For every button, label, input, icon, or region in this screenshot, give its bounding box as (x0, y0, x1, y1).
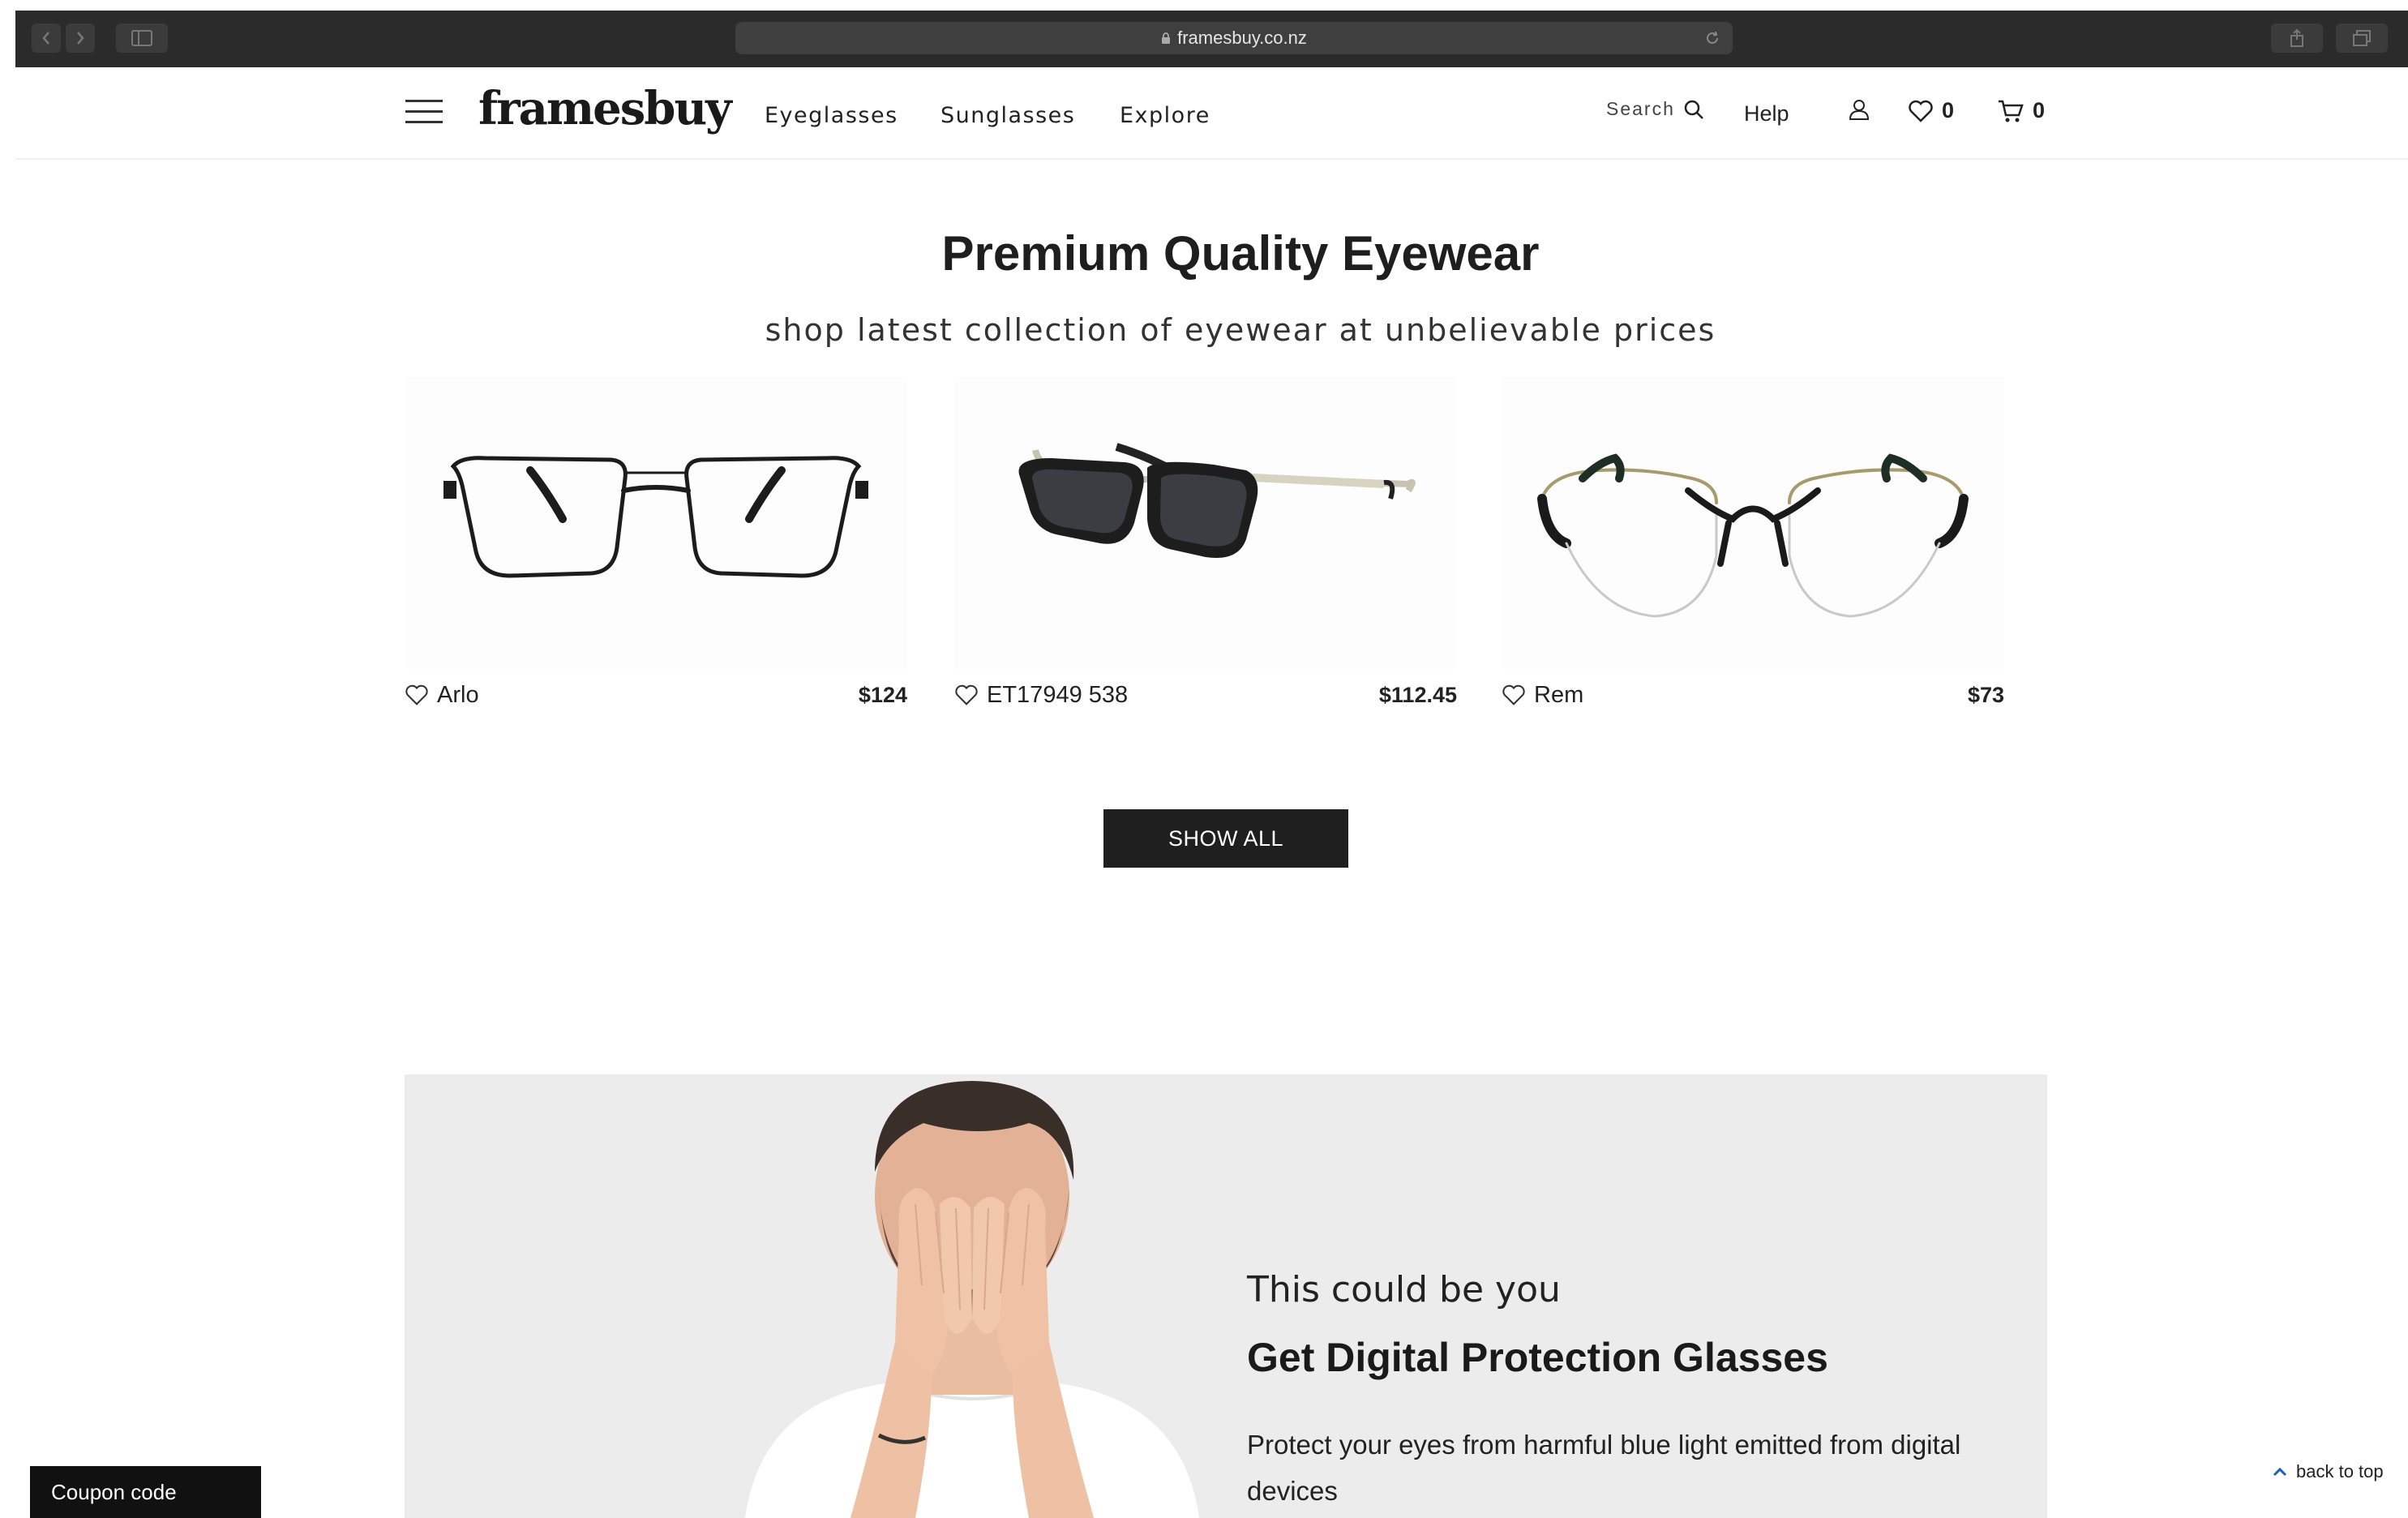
product-price: $124 (858, 682, 907, 707)
product-price: $73 (1967, 682, 2004, 707)
browser-toolbar: framesbuy.co.nz (15, 11, 2408, 67)
site-logo[interactable]: framesbuy (478, 82, 732, 135)
product-image-et17949[interactable] (954, 377, 1457, 669)
user-icon (1849, 100, 1870, 120)
site-header: framesbuy Eyeglasses Sunglasses Explore … (15, 67, 2408, 160)
screen-edge-top (0, 0, 2408, 11)
product-card[interactable]: ET17949 538 $112.45 (954, 377, 1457, 718)
section-title: Premium Quality Eyewear (941, 226, 1540, 281)
sidebar-icon (131, 30, 152, 46)
wishlist-button[interactable]: 0 (1908, 98, 1954, 123)
nav-sunglasses[interactable]: Sunglasses (940, 103, 1075, 128)
search-label: Search (1606, 98, 1675, 119)
back-to-top-label: back to top (2296, 1461, 2384, 1482)
product-card[interactable]: Arlo $124 (405, 377, 907, 718)
lock-icon (1162, 32, 1171, 44)
address-bar[interactable]: framesbuy.co.nz (735, 22, 1733, 54)
url-text: framesbuy.co.nz (1177, 28, 1307, 48)
product-card[interactable]: Rem $73 (1502, 377, 2004, 718)
product-image-arlo[interactable] (405, 377, 907, 669)
forward-button[interactable] (66, 24, 95, 53)
product-name[interactable]: Arlo (437, 682, 479, 709)
sidebar-toggle-button[interactable] (116, 24, 168, 53)
section-subtitle: shop latest collection of eyewear at unb… (765, 312, 1716, 348)
chevron-right-icon (77, 32, 84, 45)
tabs-button[interactable] (2336, 24, 2388, 53)
nav-eyeglasses[interactable]: Eyeglasses (765, 103, 898, 128)
wishlist-count: 0 (1942, 98, 1955, 122)
nav-explore[interactable]: Explore (1120, 103, 1210, 128)
product-image-rem[interactable] (1502, 377, 2004, 669)
coupon-code-tab[interactable]: Coupon code (30, 1466, 261, 1518)
tabs-icon (2353, 30, 2371, 46)
cart-icon (1999, 100, 2024, 122)
screen-edge-left (0, 0, 15, 1518)
heart-icon[interactable] (954, 684, 979, 706)
menu-icon[interactable] (405, 100, 443, 124)
heart-icon[interactable] (405, 684, 429, 706)
search-icon (1684, 100, 1703, 119)
chevron-left-icon (42, 32, 49, 45)
banner-description: Protect your eyes from harmful blue ligh… (1247, 1430, 1961, 1506)
share-icon (2290, 28, 2303, 47)
product-name[interactable]: ET17949 538 (987, 682, 1128, 709)
heart-icon[interactable] (1502, 684, 1526, 706)
product-name[interactable]: Rem (1534, 682, 1583, 709)
share-button[interactable] (2271, 24, 2323, 53)
back-button[interactable] (32, 24, 61, 53)
banner-headline: Get Digital Protection Glasses (1247, 1335, 1828, 1380)
reload-icon[interactable] (1703, 29, 1721, 47)
account-button[interactable] (1848, 98, 1870, 121)
product-price: $112.45 (1378, 682, 1457, 707)
promo-banner[interactable]: This could be you Get Digital Protection… (405, 1074, 2047, 1518)
banner-person-image (745, 1081, 1199, 1518)
banner-kicker: This could be you (1247, 1269, 1561, 1310)
heart-icon (1909, 100, 1933, 122)
search-button[interactable]: Search (1606, 98, 1704, 120)
back-to-top-link[interactable]: back to top (2272, 1461, 2384, 1482)
screen: framesbuy.co.nz framesbuy Eyeglasses Sun… (0, 0, 2408, 1518)
show-all-button[interactable]: SHOW ALL (1103, 809, 1348, 868)
help-link[interactable]: Help (1744, 101, 1789, 126)
cart-count: 0 (2033, 98, 2046, 122)
chevron-up-icon (2273, 1467, 2287, 1477)
cart-button[interactable]: 0 (1997, 98, 2045, 123)
